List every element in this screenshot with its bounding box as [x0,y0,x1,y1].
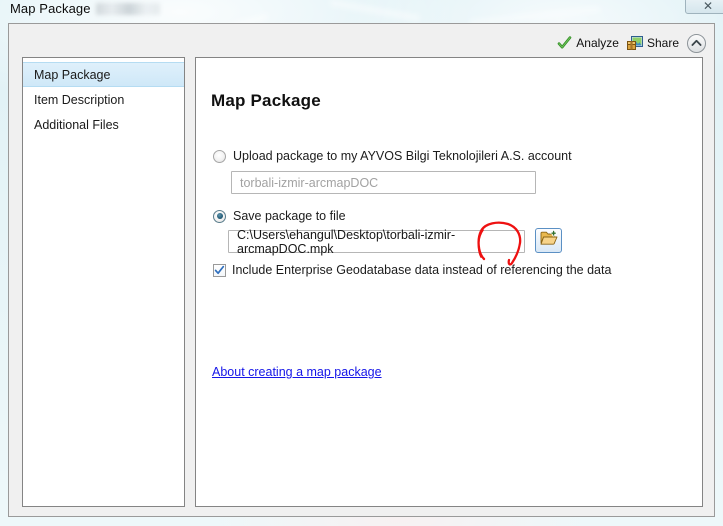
about-map-package-link[interactable]: About creating a map package [212,365,382,379]
close-icon: ✕ [702,0,714,13]
include-geodatabase-label: Include Enterprise Geodatabase data inst… [232,263,612,277]
window-titlebar: Map Package ✕ [0,0,723,22]
sidebar-item-additional-files[interactable]: Additional Files [23,112,184,137]
sidebar-item-label: Item Description [34,92,125,107]
save-path-value: C:\Users\ehangul\Desktop\torbali-izmir-a… [237,227,456,256]
package-share-icon [626,35,643,51]
redacted-title-region [96,3,160,15]
sidebar-item-map-package[interactable]: Map Package [23,62,184,87]
page-title: Map Package [211,91,321,110]
save-to-file-radio-row[interactable]: Save package to file [213,209,346,223]
dialog-sidebar: Map Package Item Description Additional … [22,57,185,507]
map-package-content-panel: Map Package Upload package to my AYVOS B… [195,57,703,507]
share-button[interactable]: Share [626,35,679,51]
upload-package-label: Upload package to my AYVOS Bilgi Teknolo… [233,149,572,163]
upload-package-radio-row[interactable]: Upload package to my AYVOS Bilgi Teknolo… [213,149,572,163]
analyze-button[interactable]: Analyze [557,35,619,51]
chevron-up-icon [691,34,702,52]
save-path-input[interactable]: C:\Users\ehangul\Desktop\torbali-izmir-a… [228,227,525,256]
save-to-file-label: Save package to file [233,209,346,223]
sidebar-item-label: Additional Files [34,117,119,132]
upload-package-name-value: torbali-izmir-arcmapDOC [240,175,379,190]
include-geodatabase-checkbox[interactable] [213,263,226,277]
sidebar-item-item-description[interactable]: Item Description [23,87,184,112]
window-title: Map Package [10,1,91,16]
browse-folder-button[interactable] [535,228,562,253]
dialog-toolbar: Analyze Share [557,32,706,54]
collapse-panel-button[interactable] [687,33,706,53]
upload-package-name-input[interactable]: torbali-izmir-arcmapDOC [231,171,536,194]
map-package-dialog: Analyze Share Map Package Item Descripti… [8,23,715,517]
upload-package-radio[interactable] [213,149,226,163]
share-label: Share [646,36,679,50]
analyze-label: Analyze [576,36,619,50]
save-to-file-radio[interactable] [213,209,226,223]
green-check-icon [557,35,572,51]
window-close-button[interactable]: ✕ [685,0,723,14]
open-folder-icon [540,229,558,251]
include-geodatabase-row[interactable]: Include Enterprise Geodatabase data inst… [213,263,611,277]
sidebar-item-label: Map Package [34,67,111,82]
